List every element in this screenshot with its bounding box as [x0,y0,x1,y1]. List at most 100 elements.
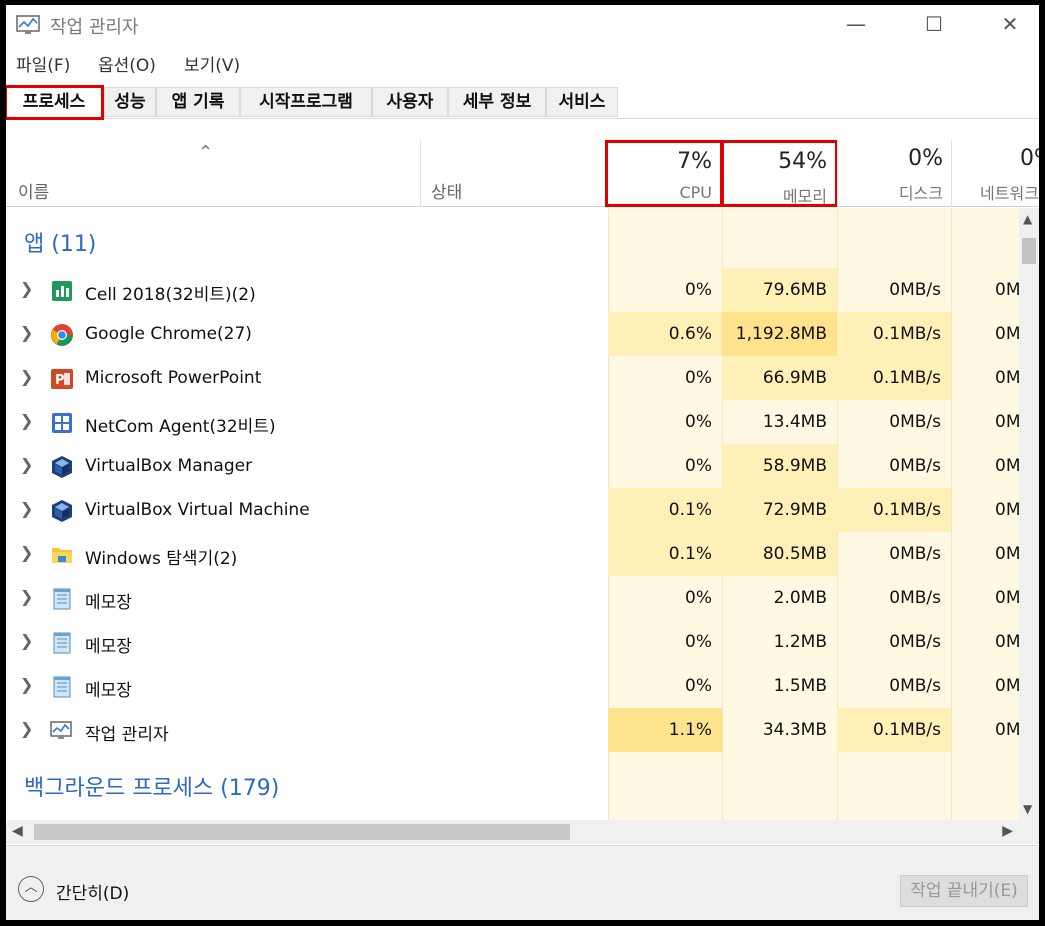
tab-performance[interactable]: 성능 [104,87,156,117]
chevron-right-icon[interactable]: ❯ [20,631,33,650]
minimize-button[interactable]: — [828,5,884,45]
network-value: 0M [995,280,1019,300]
disk-value: 0MB/s [889,588,941,608]
tab-details[interactable]: 세부 정보 [448,87,546,117]
process-name: VirtualBox Virtual Machine [85,500,310,520]
network-value: 0M [995,588,1019,608]
memory-value: 58.9MB [722,444,837,488]
footer: ︿ 간단히(D) 작업 끝내기(E) [6,845,1039,920]
cell-icon [50,279,74,303]
chevron-right-icon[interactable]: ❯ [20,499,33,518]
cpu-value: 0.6% [608,312,722,356]
tab-services[interactable]: 서비스 [546,87,618,117]
disk-value: 0MB/s [889,412,941,432]
vertical-scrollbar[interactable]: ▲ ▼ [1019,208,1039,820]
cpu-value: 0% [685,632,712,652]
title-bar: 작업 관리자 — ☐ ✕ [6,5,1039,45]
disk-value: 0.1MB/s [837,312,951,356]
network-value: 0M [995,368,1019,388]
network-value: 0M [995,720,1019,740]
chevron-right-icon[interactable]: ❯ [20,455,33,474]
cpu-value: 0% [685,412,712,432]
process-name: 메모장 [85,637,132,657]
column-memory[interactable]: 54% 메모리 [721,140,838,207]
network-value: 0M [995,544,1019,564]
table-row[interactable]: ❯ 메모장 0% 1.5MB 0MB/s 0M [6,664,1019,708]
close-button[interactable]: ✕ [982,5,1038,45]
column-network[interactable]: 0% 네트워크 [951,140,1039,207]
column-header: ⌃ 이름 상태 7% CPU 54% 메모리 0% 디스크 0% 네트워크 [6,140,1039,207]
scroll-up-icon[interactable]: ▲ [1023,212,1032,226]
table-row[interactable]: ❯ Windows 탐색기(2) 0.1% 80.5MB 0MB/s 0M [6,532,1019,576]
horizontal-scrollbar[interactable]: ◀ ▶ [6,820,1039,844]
column-cpu[interactable]: 7% CPU [605,140,723,207]
cpu-value: 0% [685,280,712,300]
column-status-label: 상태 [431,183,463,203]
chevron-right-icon[interactable]: ❯ [20,543,33,562]
chevron-up-icon[interactable]: ︿ [18,876,44,902]
memory-value: 2.0MB [773,588,827,608]
notepad-icon [50,675,74,699]
chevron-right-icon[interactable]: ❯ [20,323,33,342]
process-name: NetCom Agent(32비트) [85,417,276,437]
disk-value: 0.1MB/s [837,708,951,752]
disk-value: 0MB/s [889,676,941,696]
scroll-down-icon[interactable]: ▼ [1023,802,1032,816]
table-row[interactable]: ❯ 작업 관리자 1.1% 34.3MB 0.1MB/s 0M [6,708,1019,752]
notepad-icon [50,587,74,611]
scroll-right-icon[interactable]: ▶ [1002,823,1013,839]
chevron-right-icon[interactable]: ❯ [20,411,33,430]
table-row[interactable]: ❯ VirtualBox Manager 0% 58.9MB 0MB/s 0M [6,444,1019,488]
chevron-right-icon[interactable]: ❯ [20,675,33,694]
chevron-right-icon[interactable]: ❯ [20,587,33,606]
menu-options[interactable]: 옵션(O) [98,51,156,76]
disk-value: 0MB/s [889,280,941,300]
process-name: VirtualBox Manager [85,456,253,476]
menu-view[interactable]: 보기(V) [184,51,240,76]
fewer-details-button[interactable]: 간단히(D) [56,879,129,904]
menu-file[interactable]: 파일(F) [16,51,70,76]
table-row[interactable]: ❯ P Microsoft PowerPoint 0% 66.9MB 0.1MB/s 0M [6,356,1019,400]
cpu-value: 0.1% [608,532,722,576]
table-row[interactable]: ❯ Google Chrome(27) 0.6% 1,192.8MB 0.1MB/s 0M [6,312,1019,356]
maximize-button[interactable]: ☐ [906,5,962,45]
tab-users[interactable]: 사용자 [372,87,448,117]
table-row[interactable]: ❯ NetCom Agent(32비트) 0% 13.4MB 0MB/s 0M [6,400,1019,444]
end-task-button[interactable]: 작업 끝내기(E) [900,875,1028,907]
memory-value: 72.9MB [722,488,837,532]
table-row[interactable]: ❯ 메모장 0% 2.0MB 0MB/s 0M [6,576,1019,620]
chevron-right-icon[interactable]: ❯ [20,367,33,386]
memory-value: 80.5MB [722,532,837,576]
table-row[interactable]: ❯ 메모장 0% 1.2MB 0MB/s 0M [6,620,1019,664]
process-name: 메모장 [85,593,132,613]
task-manager-icon [16,15,40,34]
task-manager-window: 작업 관리자 — ☐ ✕ 파일(F) 옵션(O) 보기(V) 프로세스 성능 앱… [6,5,1039,920]
column-status[interactable]: 상태 [420,140,610,207]
memory-value: 34.3MB [762,720,827,740]
chevron-right-icon[interactable]: ❯ [20,719,33,738]
tab-app-history[interactable]: 앱 기록 [156,87,240,117]
disk-total: 0% [908,146,943,171]
table-row[interactable]: ❯ VirtualBox Virtual Machine 0.1% 72.9MB 0.1… [6,488,1019,532]
disk-value: 0.1MB/s [837,356,951,400]
process-name: Google Chrome(27) [85,324,252,344]
cpu-value: 1.1% [608,708,722,752]
column-name[interactable]: 이름 [18,178,49,203]
folder-icon [50,543,74,567]
netcom-icon [50,411,74,435]
tab-processes[interactable]: 프로세스 [6,85,104,120]
tab-startup[interactable]: 시작프로그램 [240,87,372,117]
chevron-right-icon[interactable]: ❯ [20,279,33,298]
process-name: Microsoft PowerPoint [85,368,262,388]
column-disk[interactable]: 0% 디스크 [837,140,951,207]
cpu-value: 0% [685,456,712,476]
horizontal-scroll-thumb[interactable] [34,824,570,840]
memory-value: 1.2MB [773,632,827,652]
disk-value: 0.1MB/s [837,488,951,532]
network-total: 0% [1020,146,1039,171]
vertical-scroll-thumb[interactable] [1022,238,1036,264]
scroll-left-icon[interactable]: ◀ [12,823,23,839]
table-row[interactable]: ❯ Cell 2018(32비트)(2) 0% 79.6MB 0MB/s 0M [6,268,1019,312]
cpu-total: 7% [677,149,712,174]
process-name: Windows 탐색기(2) [85,549,238,569]
